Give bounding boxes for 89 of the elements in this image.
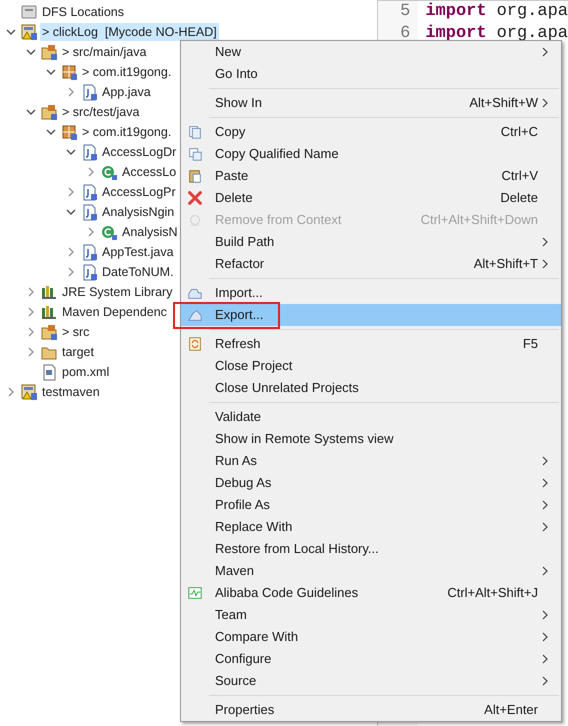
chevron-right-icon[interactable]: [66, 247, 76, 257]
chevron-right-icon[interactable]: [6, 387, 16, 397]
menu-item[interactable]: Show in Remote Systems view: [181, 428, 561, 450]
menu-item[interactable]: Build Path: [181, 231, 561, 253]
chevron-right-icon[interactable]: [66, 267, 76, 277]
clipboard-icon: [187, 168, 203, 184]
code-keyword: import: [425, 1, 487, 22]
tree-item[interactable]: Maven Dependenc: [60, 303, 169, 321]
chevron-down-icon[interactable]: [66, 207, 76, 217]
class-icon: [100, 163, 118, 181]
menu-item[interactable]: Run As: [181, 450, 561, 472]
project-icon: [20, 383, 38, 401]
project-icon: [20, 23, 38, 41]
menu-item[interactable]: Team: [181, 604, 561, 626]
code-text: org.apa: [496, 1, 568, 22]
chevron-right-icon[interactable]: [26, 307, 36, 317]
package-icon: [60, 123, 78, 141]
pulse-icon: [187, 585, 203, 601]
tree-item[interactable]: > src/main/java: [60, 43, 148, 61]
tree-item[interactable]: DFS Locations: [40, 3, 126, 21]
chevron-right-icon[interactable]: [86, 167, 96, 177]
menu-item[interactable]: Copy Qualified Name: [181, 143, 561, 165]
chevron-right-icon[interactable]: [86, 227, 96, 237]
tree-item[interactable]: AppTest.java: [100, 243, 176, 261]
tree-item[interactable]: JRE System Library: [60, 283, 174, 301]
menu-item[interactable]: Delete Delete: [181, 187, 561, 209]
remove-icon: [187, 212, 203, 228]
menu-item[interactable]: Refresh F5: [181, 333, 561, 355]
tree-item[interactable]: target: [60, 343, 96, 361]
line-number: 6: [400, 24, 410, 43]
chevron-right-icon[interactable]: [66, 87, 76, 97]
tree-item[interactable]: App.java: [100, 83, 153, 101]
library-icon: [40, 303, 58, 321]
menu-item[interactable]: Import...: [181, 282, 561, 304]
source-folder-icon: [40, 43, 58, 61]
refresh-icon: [187, 336, 203, 352]
menu-item[interactable]: Restore from Local History...: [181, 538, 561, 560]
chevron-right-icon[interactable]: [26, 327, 36, 337]
menu-item[interactable]: Paste Ctrl+V: [181, 165, 561, 187]
menu-item[interactable]: Export...: [181, 304, 561, 326]
tree-item[interactable]: DateToNUM.: [100, 263, 176, 281]
menu-item[interactable]: Source: [181, 670, 561, 692]
chevron-down-icon[interactable]: [46, 67, 56, 77]
package-icon: [60, 63, 78, 81]
tree-item[interactable]: pom.xml: [60, 363, 112, 381]
library-icon: [40, 283, 58, 301]
delete-icon: [187, 190, 203, 206]
tree-item[interactable]: AnalysisNgin: [100, 203, 176, 221]
menu-item[interactable]: Properties Alt+Enter: [181, 699, 561, 721]
chevron-right-icon[interactable]: [66, 187, 76, 197]
chevron-down-icon[interactable]: [26, 107, 36, 117]
menu-item[interactable]: Close Project: [181, 355, 561, 377]
tree-item[interactable]: > src/test/java: [60, 103, 142, 121]
tree-item[interactable]: AccessLogDr: [100, 143, 178, 161]
chevron-down-icon[interactable]: [26, 47, 36, 57]
tree-item[interactable]: > com.it19gong.: [80, 63, 174, 81]
copy-icon: [187, 146, 203, 162]
tree-item[interactable]: > src: [60, 323, 92, 341]
tree-item[interactable]: testmaven: [40, 383, 102, 401]
menu-item[interactable]: Replace With: [181, 516, 561, 538]
menu-item[interactable]: Close Unrelated Projects: [181, 377, 561, 399]
tree-item[interactable]: > com.it19gong.: [80, 123, 174, 141]
line-number: 5: [400, 2, 410, 21]
menu-item[interactable]: Go Into: [181, 63, 561, 85]
chevron-down-icon[interactable]: [66, 147, 76, 157]
menu-item[interactable]: Maven: [181, 560, 561, 582]
tree-item[interactable]: > clickLog [Mycode NO-HEAD]: [40, 23, 219, 41]
chevron-down-icon[interactable]: [46, 127, 56, 137]
drive-icon: [20, 3, 38, 21]
export-icon: [187, 307, 203, 323]
menu-item[interactable]: Configure: [181, 648, 561, 670]
menu-item[interactable]: Validate: [181, 406, 561, 428]
menu-item[interactable]: Profile As: [181, 494, 561, 516]
chevron-down-icon[interactable]: [6, 27, 16, 37]
chevron-right-icon[interactable]: [26, 347, 36, 357]
source-folder-icon: [40, 323, 58, 341]
tree-item[interactable]: AccessLo: [120, 163, 178, 181]
tree-item[interactable]: AccessLogPr: [100, 183, 178, 201]
source-folder-icon: [40, 103, 58, 121]
menu-item[interactable]: Refactor Alt+Shift+T: [181, 253, 561, 275]
menu-item[interactable]: Copy Ctrl+C: [181, 121, 561, 143]
tree-item[interactable]: AnalysisN: [120, 223, 180, 241]
menu-item[interactable]: Show In Alt+Shift+W: [181, 92, 561, 114]
chevron-right-icon[interactable]: [26, 287, 36, 297]
copy-icon: [187, 124, 203, 140]
menu-item[interactable]: Compare With: [181, 626, 561, 648]
class-icon: [100, 223, 118, 241]
menu-item[interactable]: Alibaba Code Guidelines Ctrl+Alt+Shift+J: [181, 582, 561, 604]
menu-item[interactable]: Debug As: [181, 472, 561, 494]
